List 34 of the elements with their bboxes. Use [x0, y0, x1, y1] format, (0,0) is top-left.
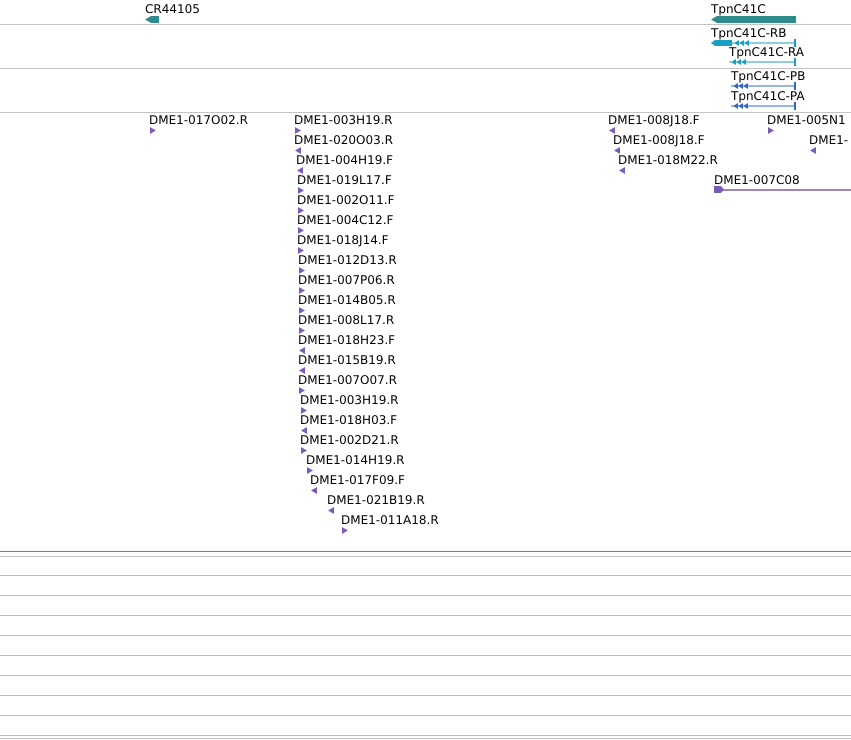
feature-label: DME1-004H19.F	[296, 154, 394, 167]
feature-label: DME1-015B19.R	[298, 354, 396, 367]
feature-label: DME1-008J18.F	[608, 114, 700, 127]
feature-label: DME1-014H19.R	[306, 454, 404, 467]
feature-label: DME1-007P06.R	[298, 274, 395, 287]
feature-label: TpnC41C	[711, 3, 766, 16]
feature-label: DME1-018H23.F	[298, 334, 396, 347]
feature-label: DME1-007O07.R	[298, 374, 397, 387]
feature-label: DME1-014B05.R	[298, 294, 396, 307]
feature-label: TpnC41C-RB	[711, 27, 786, 40]
feature-label: DME1-021B19.R	[327, 494, 425, 507]
feature-label: DME1-004C12.F	[297, 214, 394, 227]
feature-label: DME1-008J18.F	[613, 134, 705, 147]
feature-label: DME1-	[809, 134, 848, 147]
feature-label: DME1-002D21.R	[300, 434, 399, 447]
feature-label: DME1-018M22.R	[618, 154, 718, 167]
feature-label: DME1-002O11.F	[297, 194, 394, 207]
feature-label: DME1-003H19.R	[300, 394, 398, 407]
feature-label: DME1-005N1	[767, 114, 846, 127]
feature-label: DME1-018J14.F	[297, 234, 389, 247]
feature-label: CR44105	[145, 3, 200, 16]
feature-label: DME1-017F09.F	[310, 474, 405, 487]
feature-label: DME1-019L17.F	[297, 174, 392, 187]
feature-label: DME1-012D13.R	[298, 254, 397, 267]
feature-label: DME1-017O02.R	[149, 114, 248, 127]
feature-label: DME1-003H19.R	[294, 114, 392, 127]
feature-label: DME1-020O03.R	[294, 134, 393, 147]
feature-label: DME1-007C08	[714, 174, 800, 187]
feature-label: TpnC41C-RA	[729, 46, 804, 59]
feature-label: TpnC41C-PB	[731, 70, 806, 83]
feature-label: DME1-011A18.R	[341, 514, 439, 527]
feature-label: DME1-008L17.R	[298, 314, 394, 327]
feature-label: TpnC41C-PA	[731, 90, 805, 103]
feature-label: DME1-018H03.F	[300, 414, 398, 427]
